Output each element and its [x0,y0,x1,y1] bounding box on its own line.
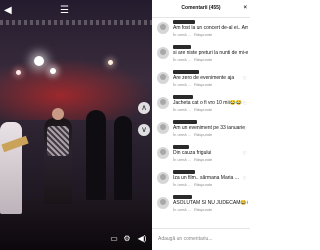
comment-time: În urmă ... [173,82,192,87]
heart-icon[interactable]: ♡ [243,51,247,57]
comments-list: Am fost la un concert de-al ei.. Am fost… [152,18,250,218]
comment-item: Are zero de evenimente aja În urmă ... Ră… [152,68,250,93]
comment-meta: În urmă ... Răspunde [173,57,215,62]
reply-link[interactable]: Răspunde [194,82,212,87]
spotlight [16,70,21,75]
reply-link[interactable]: Răspunde [194,57,212,62]
background-person [114,116,132,200]
close-icon[interactable]: × [243,0,247,17]
comment-author[interactable] [173,170,195,174]
comment-author[interactable] [173,145,189,149]
back-icon[interactable]: ◀ [4,5,12,16]
subtitles-icon[interactable]: ▭ [108,234,120,244]
spotlight [50,68,56,74]
comments-header: Comentarii (455) × [152,0,250,18]
next-video-button[interactable]: ∨ [138,124,150,136]
avatar[interactable] [157,197,169,209]
comment-text: Jacheta cat o fi vro 10 mii😂😂 [173,100,243,106]
reply-link[interactable]: Răspunde [194,207,212,212]
heart-icon[interactable]: ♡ [243,176,247,182]
comment-input[interactable] [158,234,244,244]
reply-link[interactable]: Răspunde [194,157,212,162]
stage-lights [0,58,152,120]
comment-meta: În urmă ... Răspunde [173,132,215,137]
comment-meta: În urmă ... Răspunde [173,182,215,187]
comment-author[interactable] [173,70,199,74]
reply-link[interactable]: Răspunde [194,182,212,187]
sequin-jacket [47,126,69,156]
avatar[interactable] [157,122,169,134]
avatar[interactable] [157,147,169,159]
comment-meta: În urmă ... Răspunde [173,32,215,37]
comment-time: În urmă ... [173,132,192,137]
comment-time: În urmă ... [173,107,192,112]
comment-text: si are niste preturi la nunti de mi-e si… [173,50,248,56]
spotlight [108,60,113,65]
avatar[interactable] [157,97,169,109]
comment-time: În urmă ... [173,207,192,212]
comment-author[interactable] [173,20,195,24]
comment-meta: În urmă ... Răspunde [173,157,215,162]
heart-icon[interactable]: ♡ [243,101,247,107]
comment-input-bar [152,228,250,250]
reply-link[interactable]: Răspunde [194,107,212,112]
heart-icon[interactable]: ♡ [243,76,247,82]
heart-icon[interactable]: ♡ [243,26,247,32]
performer-head [52,108,64,120]
comment-text: ASOLUTAM SI NU JUDECAM😂😂 [173,200,248,206]
settings-icon[interactable]: ⚙ [121,234,133,244]
video-player[interactable]: ◀ ☰ ∧ ∨ ▭ ⚙ ◀) [0,0,152,250]
comment-text: Are zero de evenimente aja [173,75,235,81]
comment-item: Din cauza frigului În urmă ... Răspunde ♡ [152,143,250,168]
comments-title: Comentarii (455) [181,5,221,11]
heart-icon[interactable]: ♡ [243,151,247,157]
avatar[interactable] [157,72,169,84]
comment-author[interactable] [173,195,192,199]
comment-time: În urmă ... [173,57,192,62]
comment-item: Am un eveniment pe 33 ianuarie În urmă .… [152,118,250,143]
comment-item: ASOLUTAM SI NU JUDECAM😂😂 În urmă ... Răsp… [152,193,250,218]
comment-author[interactable] [173,45,191,49]
comment-text: Am fost la un concert de-al ei.. Am fost… [173,25,248,31]
stage-truss [0,20,152,25]
reply-link[interactable]: Răspunde [194,132,212,137]
comments-panel: Comentarii (455) × Am fost la un concert… [152,0,250,250]
comment-item: Iza un film.. sărmana Maria ... În urmă … [152,168,250,193]
avatar[interactable] [157,22,169,34]
musician-left [0,122,22,214]
comment-author[interactable] [173,95,193,99]
comment-meta: În urmă ... Răspunde [173,207,215,212]
comment-item: si are niste preturi la nunti de mi-e si… [152,43,250,68]
comment-text: Din cauza frigului [173,150,212,156]
comment-meta: În urmă ... Răspunde [173,82,215,87]
comment-text: Iza un film.. sărmana Maria ... [173,175,239,181]
heart-icon[interactable]: ♡ [243,126,247,132]
comment-meta: În urmă ... Răspunde [173,107,215,112]
comment-item: Am fost la un concert de-al ei.. Am fost… [152,18,250,43]
reply-link[interactable]: Răspunde [194,32,212,37]
volume-icon[interactable]: ◀) [134,234,150,244]
heart-icon[interactable]: ♡ [243,201,247,207]
comment-text: Am un eveniment pe 33 ianuarie [173,125,245,131]
comment-time: În urmă ... [173,157,192,162]
comment-time: În urmă ... [173,32,192,37]
avatar[interactable] [157,47,169,59]
comment-item: Jacheta cat o fi vro 10 mii😂😂 În urmă ..… [152,93,250,118]
list-icon[interactable]: ☰ [60,5,69,16]
background-person [86,110,106,200]
comment-time: În urmă ... [173,182,192,187]
avatar[interactable] [157,172,169,184]
spotlight [34,56,44,66]
comment-author[interactable] [173,120,197,124]
previous-video-button[interactable]: ∧ [138,102,150,114]
